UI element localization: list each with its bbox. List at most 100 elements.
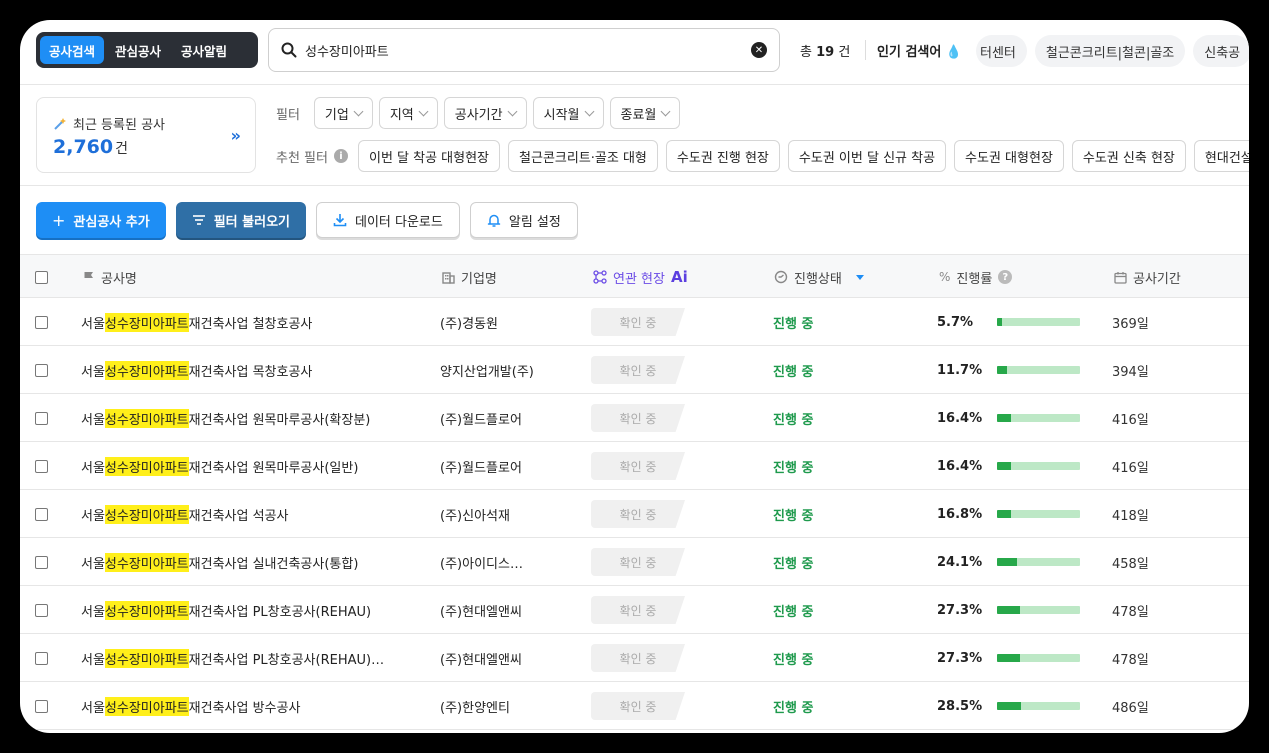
company-name[interactable]: (주)한양엔티	[440, 682, 510, 730]
filter-start-month-dropdown[interactable]: 시작월	[532, 97, 604, 129]
project-name[interactable]: 서울 성수장미아파트 재건축사업 PL창호공사(REHAU)	[81, 586, 371, 634]
project-name[interactable]: 서울 성수장미아파트 재건축사업 방수공사	[81, 682, 300, 730]
load-filter-button[interactable]: 필터 불러오기	[175, 202, 306, 238]
filter-company-dropdown[interactable]: 기업	[313, 97, 373, 129]
project-name[interactable]: 서울 성수장미아파트 재건축사업 PL창호공사(REHAU)…	[81, 634, 384, 682]
table-row[interactable]: 서울 성수장미아파트 재건축사업 원목마루공사(확장분) (주)월드플로어 확인 …	[20, 394, 1249, 442]
rec-chip[interactable]: 이번 달 착공 대형현장	[357, 140, 501, 172]
related-site-cell: 확인 중	[591, 394, 685, 442]
search-box[interactable]: 성수장미아파트 ✕	[268, 28, 780, 72]
project-name[interactable]: 서울 성수장미아파트 재건축사업 실내건축공사(통합)	[81, 538, 358, 586]
tab-search[interactable]: 공사검색	[40, 36, 105, 64]
related-site-cell: 확인 중	[591, 682, 685, 730]
col-name[interactable]: 공사명	[83, 255, 137, 299]
divider	[865, 40, 866, 60]
col-related[interactable]: 연관 현장 Ai	[593, 255, 688, 299]
name-suffix: 재건축사업 방수공사	[188, 700, 301, 716]
table-row[interactable]: 서울 성수장미아파트 재건축사업 PL창호공사(REHAU) (주)현대엘앤씨 확…	[20, 586, 1249, 634]
project-name[interactable]: 서울 성수장미아파트 재건축사업 목창호공사	[81, 346, 312, 394]
progress-value: 5.7%	[937, 314, 974, 330]
project-name[interactable]: 서울 성수장미아파트 재건축사업 철창호공사	[81, 298, 312, 346]
row-checkbox[interactable]	[35, 315, 48, 329]
col-company[interactable]: 기업명	[442, 255, 497, 299]
name-prefix: 서울	[81, 460, 105, 476]
table-header: 공사명 기업명 연관 현장 Ai 진행상태 % 진행률? 공사기간	[20, 254, 1249, 298]
related-site-badge: 확인 중	[591, 356, 685, 384]
company-name[interactable]: 양지산업개발(주)	[440, 346, 534, 394]
company-name[interactable]: (주)현대엘앤씨	[440, 586, 522, 634]
row-checkbox[interactable]	[35, 459, 48, 473]
chevron-down-icon	[584, 106, 594, 116]
search-highlight: 성수장미아파트	[104, 648, 189, 668]
sort-down-icon[interactable]	[855, 274, 864, 280]
name-suffix: 재건축사업 원목마루공사(일반)	[188, 460, 359, 476]
select-all-checkbox[interactable]	[35, 270, 48, 284]
progress-value: 28.5%	[937, 698, 983, 714]
stat-label-text: 최근 등록된 공사	[73, 118, 165, 133]
related-site-cell: 확인 중	[591, 538, 685, 586]
dropdown-label: 종료월	[620, 107, 657, 123]
double-chevron-right-icon[interactable]: »	[231, 126, 241, 145]
status-badge: 진행 중	[773, 508, 814, 524]
rec-chip[interactable]: 수도권 신축 현장	[1071, 140, 1186, 172]
row-checkbox-cell	[35, 394, 48, 442]
popular-chip[interactable]: 철근콘크리트|철콘|골조	[1034, 35, 1186, 67]
table-row[interactable]: 서울 성수장미아파트 재건축사업 석공사 (주)신아석재 확인 중 진행 중 16…	[20, 490, 1249, 538]
company-name[interactable]: (주)월드플로어	[440, 394, 522, 442]
company-name[interactable]: (주)신아석재	[440, 490, 510, 538]
download-data-button[interactable]: 데이터 다운로드	[316, 202, 460, 238]
project-name[interactable]: 서울 성수장미아파트 재건축사업 석공사	[81, 490, 288, 538]
recent-projects-card[interactable]: 최근 등록된 공사 2,760 건 »	[36, 97, 256, 173]
progress-value: 11.7%	[937, 362, 983, 378]
row-checkbox[interactable]	[35, 603, 48, 617]
company-name[interactable]: (주)경동원	[440, 298, 498, 346]
filter-end-month-dropdown[interactable]: 종료월	[609, 97, 681, 129]
row-checkbox[interactable]	[35, 651, 48, 665]
related-site-badge: 확인 중	[591, 692, 685, 720]
alert-settings-button[interactable]: 알림 설정	[469, 202, 578, 238]
stat-unit: 건	[115, 141, 128, 157]
tab-alerts[interactable]: 공사알림	[172, 36, 236, 64]
company-name[interactable]: (주)현대엘앤씨	[440, 634, 522, 682]
filter-period-dropdown[interactable]: 공사기간	[443, 97, 527, 129]
rec-title: 추천 필터 i	[276, 147, 348, 166]
popular-label: 인기 검색어 💧	[877, 41, 962, 60]
table-row[interactable]: 서울 성수장미아파트 재건축사업 원목마루공사(일반) (주)월드플로어 확인 중…	[20, 442, 1249, 490]
row-checkbox[interactable]	[35, 363, 48, 377]
table-row[interactable]: 서울 성수장미아파트 재건축사업 방수공사 (주)한양엔티 확인 중 진행 중 2…	[20, 682, 1249, 730]
company-name[interactable]: (주)아이디스…	[440, 538, 523, 586]
progress-circle-icon	[774, 270, 788, 284]
table-row[interactable]: 서울 성수장미아파트 재건축사업 실내건축공사(통합) (주)아이디스… 확인 중…	[20, 538, 1249, 586]
project-name[interactable]: 서울 성수장미아파트 재건축사업 원목마루공사(확장분)	[81, 394, 370, 442]
company-name[interactable]: (주)월드플로어	[440, 442, 522, 490]
row-checkbox[interactable]	[35, 555, 48, 569]
download-data-label: 데이터 다운로드	[355, 214, 443, 230]
row-checkbox-cell	[35, 490, 48, 538]
rec-chip[interactable]: 수도권 이번 달 신규 착공	[787, 140, 947, 172]
search-highlight: 성수장미아파트	[104, 600, 189, 620]
rec-chip[interactable]: 현대건설	[1193, 140, 1249, 172]
tab-interest[interactable]: 관심공사	[106, 36, 170, 64]
clear-icon[interactable]: ✕	[751, 42, 767, 58]
row-checkbox[interactable]	[35, 507, 48, 521]
col-period[interactable]: 공사기간	[1114, 255, 1181, 299]
help-icon[interactable]: ?	[998, 270, 1013, 284]
rec-chip[interactable]: 수도권 진행 현장	[665, 140, 780, 172]
row-checkbox[interactable]	[35, 411, 48, 425]
filter-region-dropdown[interactable]: 지역	[378, 97, 438, 129]
info-icon[interactable]: i	[333, 149, 348, 163]
progress-bar	[997, 702, 1080, 710]
project-name[interactable]: 서울 성수장미아파트 재건축사업 원목마루공사(일반)	[81, 442, 358, 490]
col-status[interactable]: 진행상태	[774, 255, 864, 299]
col-progress[interactable]: % 진행률?	[939, 255, 1013, 299]
row-checkbox[interactable]	[35, 699, 48, 713]
table-row[interactable]: 서울 성수장미아파트 재건축사업 PL창호공사(REHAU)… (주)현대엘앤씨 …	[20, 634, 1249, 682]
popular-chip[interactable]: 터센터	[976, 35, 1027, 67]
rec-chip[interactable]: 철근콘크리트·골조 대형	[508, 140, 658, 172]
add-interest-button[interactable]: + 관심공사 추가	[36, 202, 166, 238]
rec-chip[interactable]: 수도권 대형현장	[954, 140, 1064, 172]
popular-chip[interactable]: 신축공	[1193, 35, 1249, 67]
table-row[interactable]: 서울 성수장미아파트 재건축사업 목창호공사 양지산업개발(주) 확인 중 진행 …	[20, 346, 1249, 394]
table-row[interactable]: 서울 성수장미아파트 재건축사업 철창호공사 (주)경동원 확인 중 진행 중 5…	[20, 298, 1249, 346]
search-input[interactable]: 성수장미아파트	[305, 41, 751, 60]
